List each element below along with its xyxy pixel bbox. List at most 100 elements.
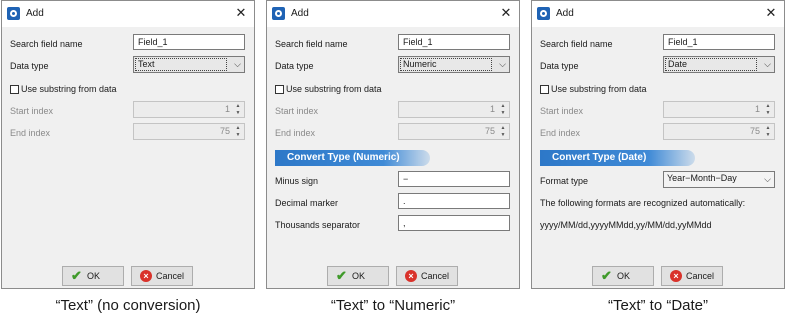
use-substring-label: Use substring from data [286, 84, 382, 94]
caption-date: “Text” to “Date” [607, 297, 709, 314]
start-index-spinner[interactable]: 1 ▲ ▼ [133, 101, 245, 118]
end-index-label: End index [10, 128, 51, 138]
spin-up-icon[interactable]: ▲ [233, 103, 243, 110]
spin-up-icon[interactable]: ▲ [233, 125, 243, 132]
title-bar: Add ✕ [2, 1, 254, 27]
spin-down-icon[interactable]: ▼ [233, 132, 243, 139]
data-type-select[interactable]: Text ⌵ [133, 56, 245, 73]
end-index-value: 75 [749, 126, 760, 136]
close-icon[interactable]: ✕ [763, 5, 779, 21]
check-icon: ✔ [601, 268, 612, 283]
cancel-icon: × [140, 270, 152, 282]
format-type-label: Format type [540, 176, 589, 186]
start-index-label: Start index [10, 106, 54, 116]
use-substring-label: Use substring from data [21, 84, 117, 94]
formats-list: yyyy/MM/dd,yyyyMMdd,yy/MM/dd,yyMMdd [540, 220, 712, 230]
search-field-name-input[interactable]: Field_1 [663, 34, 775, 50]
caption-text: “Text” (no conversion) [55, 297, 201, 314]
check-icon: ✔ [336, 268, 347, 283]
add-dialog-text: Add ✕ Search field name Field_1 Data typ… [1, 0, 255, 289]
ok-label: OK [617, 271, 631, 281]
spin-down-icon[interactable]: ▼ [763, 110, 773, 117]
end-index-spinner[interactable]: 75 ▲ ▼ [133, 123, 245, 140]
start-index-spinner[interactable]: 1 ▲ ▼ [398, 101, 510, 118]
cancel-label: Cancel [156, 271, 185, 281]
format-type-select[interactable]: Year−Month−Day ⌵ [663, 171, 775, 188]
start-index-label: Start index [275, 106, 319, 116]
start-index-spinner[interactable]: 1 ▲ ▼ [663, 101, 775, 118]
search-field-name-input[interactable]: Field_1 [398, 34, 510, 50]
end-index-label: End index [540, 128, 581, 138]
start-index-value: 1 [754, 104, 760, 114]
decimal-marker-label: Decimal marker [275, 198, 339, 208]
use-substring-checkbox[interactable] [275, 85, 284, 94]
add-dialog-numeric: Add ✕ Search field name Field_1 Data typ… [266, 0, 520, 289]
chevron-down-icon: ⌵ [764, 174, 771, 184]
end-index-label: End index [275, 128, 316, 138]
use-substring-label: Use substring from data [551, 84, 647, 94]
cancel-button[interactable]: × Cancel [661, 266, 723, 286]
check-icon: ✔ [71, 268, 82, 283]
decimal-marker-input[interactable]: . [398, 193, 510, 209]
chevron-down-icon: ⌵ [499, 59, 506, 69]
ok-button[interactable]: ✔ OK [327, 266, 389, 286]
cancel-icon: × [405, 270, 417, 282]
spin-up-icon[interactable]: ▲ [498, 125, 508, 132]
spin-down-icon[interactable]: ▼ [498, 132, 508, 139]
section-header-convert-type: Convert Type (Date) [540, 150, 695, 166]
add-dialog-date: Add ✕ Search field name Field_1 Data typ… [531, 0, 785, 289]
close-icon[interactable]: ✕ [498, 5, 514, 21]
end-index-value: 75 [484, 126, 495, 136]
data-type-value: Date [665, 58, 757, 71]
use-substring-checkbox[interactable] [540, 85, 549, 94]
title-bar: Add ✕ [532, 1, 784, 27]
app-icon [7, 7, 20, 20]
search-field-name-label: Search field name [275, 39, 348, 49]
formats-note: The following formats are recognized aut… [540, 198, 746, 208]
data-type-label: Data type [275, 61, 314, 71]
cancel-icon: × [670, 270, 682, 282]
thousands-separator-label: Thousands separator [275, 220, 361, 230]
data-type-label: Data type [540, 61, 579, 71]
data-type-value: Numeric [400, 58, 492, 71]
search-field-name-label: Search field name [10, 39, 83, 49]
end-index-value: 75 [219, 126, 230, 136]
thousands-separator-input[interactable]: , [398, 215, 510, 231]
close-icon[interactable]: ✕ [233, 5, 249, 21]
chevron-down-icon: ⌵ [764, 59, 771, 69]
search-field-name-input[interactable]: Field_1 [133, 34, 245, 50]
cancel-button[interactable]: × Cancel [131, 266, 193, 286]
chevron-down-icon: ⌵ [234, 59, 241, 69]
data-type-select[interactable]: Date ⌵ [663, 56, 775, 73]
spin-down-icon[interactable]: ▼ [233, 110, 243, 117]
end-index-spinner[interactable]: 75 ▲ ▼ [398, 123, 510, 140]
spin-up-icon[interactable]: ▲ [498, 103, 508, 110]
ok-button[interactable]: ✔ OK [592, 266, 654, 286]
data-type-value: Text [135, 58, 227, 71]
spin-down-icon[interactable]: ▼ [498, 110, 508, 117]
start-index-label: Start index [540, 106, 584, 116]
cancel-button[interactable]: × Cancel [396, 266, 458, 286]
dialog-title: Add [26, 8, 44, 19]
dialog-title: Add [556, 8, 574, 19]
cancel-label: Cancel [686, 271, 715, 281]
ok-label: OK [352, 271, 366, 281]
end-index-spinner[interactable]: 75 ▲ ▼ [663, 123, 775, 140]
minus-sign-input[interactable]: − [398, 171, 510, 187]
ok-label: OK [87, 271, 101, 281]
use-substring-checkbox[interactable] [10, 85, 19, 94]
title-bar: Add ✕ [267, 1, 519, 27]
spin-up-icon[interactable]: ▲ [763, 125, 773, 132]
start-index-value: 1 [224, 104, 230, 114]
caption-numeric: “Text” to “Numeric” [330, 297, 456, 314]
spin-down-icon[interactable]: ▼ [763, 132, 773, 139]
app-icon [272, 7, 285, 20]
app-icon [537, 7, 550, 20]
data-type-select[interactable]: Numeric ⌵ [398, 56, 510, 73]
spin-up-icon[interactable]: ▲ [763, 103, 773, 110]
cancel-label: Cancel [421, 271, 450, 281]
ok-button[interactable]: ✔ OK [62, 266, 124, 286]
search-field-name-label: Search field name [540, 39, 613, 49]
dialog-title: Add [291, 8, 309, 19]
format-type-value: Year−Month−Day [667, 173, 737, 183]
